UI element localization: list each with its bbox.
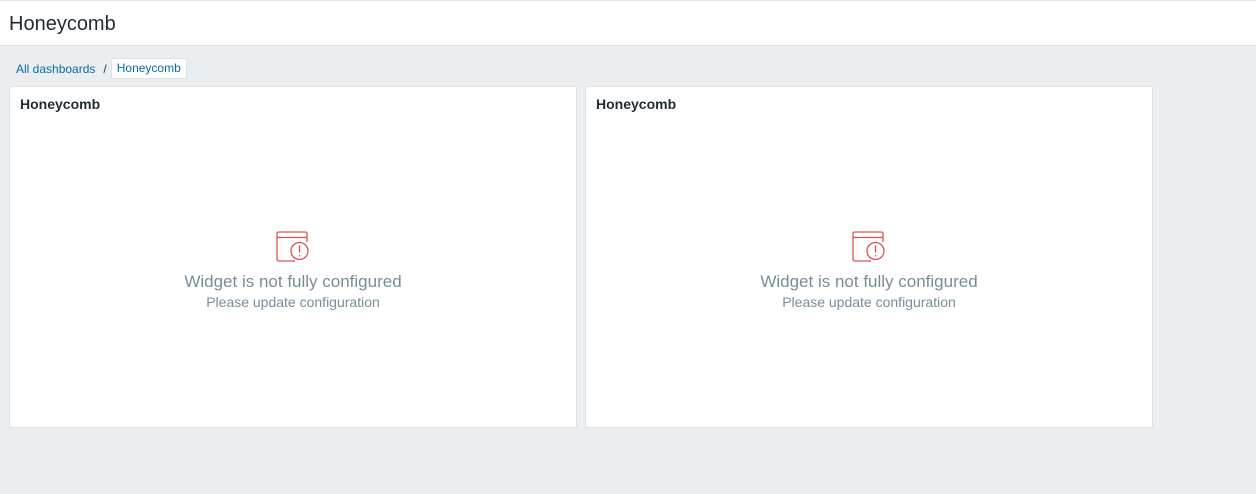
breadcrumb-separator: /	[103, 61, 107, 76]
breadcrumb: All dashboards / Honeycomb	[10, 58, 187, 79]
widget-message: Widget is not fully configured	[760, 272, 978, 291]
widget-not-configured-message: Widget is not fully configured Please up…	[10, 228, 576, 311]
page-header: Honeycomb	[0, 0, 1256, 46]
widget-honeycomb-1[interactable]: Honeycomb Widget is not fully configured…	[9, 86, 577, 428]
widget-message: Widget is not fully configured	[184, 272, 402, 291]
widget-honeycomb-2[interactable]: Honeycomb Widget is not fully configured…	[585, 86, 1153, 428]
widget-submessage: Please update configuration	[206, 294, 380, 310]
widget-title: Honeycomb	[20, 96, 101, 112]
widget-title: Honeycomb	[596, 96, 677, 112]
widget-submessage: Please update configuration	[782, 294, 956, 310]
widget-not-configured-message: Widget is not fully configured Please up…	[586, 228, 1152, 311]
widget-warning-icon	[852, 231, 885, 262]
page-title: Honeycomb	[9, 13, 116, 35]
breadcrumb-all-dashboards-link[interactable]: All dashboards	[10, 59, 101, 79]
widget-warning-icon	[276, 231, 309, 262]
breadcrumb-current-dashboard[interactable]: Honeycomb	[110, 58, 187, 79]
